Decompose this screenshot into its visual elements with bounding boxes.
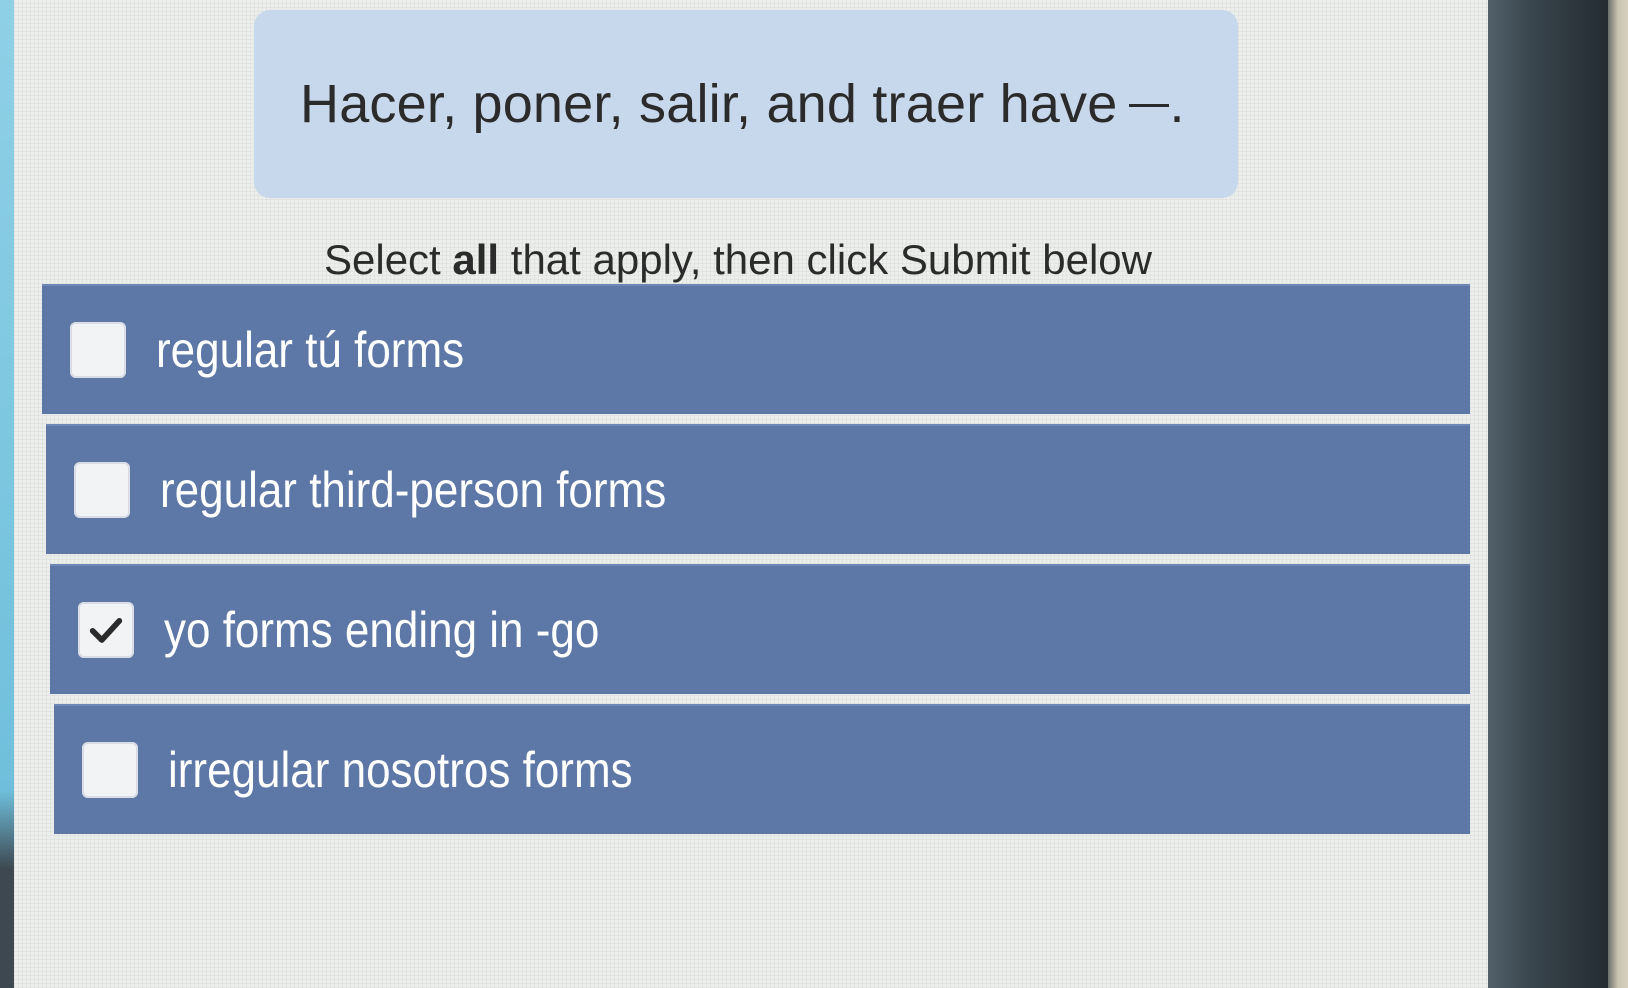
option-label: regular tú forms <box>156 322 465 378</box>
option-label: irregular nosotros forms <box>168 742 633 798</box>
monitor-edge <box>1608 0 1628 988</box>
answer-option[interactable]: yo forms ending in -go <box>50 564 1470 694</box>
option-label: regular third-person forms <box>160 462 667 518</box>
option-checkbox[interactable] <box>74 462 130 518</box>
instruction-emphasis: all <box>452 236 500 283</box>
question-blank <box>1129 102 1170 107</box>
option-checkbox[interactable] <box>70 322 126 378</box>
answer-option[interactable]: regular third-person forms <box>46 424 1470 554</box>
instruction-text: Select all that apply, then click Submit… <box>324 236 1152 284</box>
option-label: yo forms ending in -go <box>164 602 600 658</box>
question-end-punctuation: . <box>1169 74 1185 134</box>
monitor-bezel <box>1488 0 1628 988</box>
answer-option[interactable]: regular tú forms <box>42 284 1470 414</box>
option-checkbox[interactable] <box>78 602 134 658</box>
question-text: Hacer, poner, salir, and traer have <box>300 74 1118 134</box>
instruction-prefix: Select <box>324 236 453 283</box>
checkmark-icon <box>89 618 123 643</box>
answer-options-list: regular tú forms regular third-person fo… <box>42 284 1470 844</box>
option-checkbox[interactable] <box>82 742 138 798</box>
answer-option[interactable]: irregular nosotros forms <box>54 704 1470 834</box>
question-prompt-box: Hacer, poner, salir, and traer have . <box>254 10 1238 198</box>
instruction-suffix: that apply, then click Submit below <box>499 236 1152 283</box>
